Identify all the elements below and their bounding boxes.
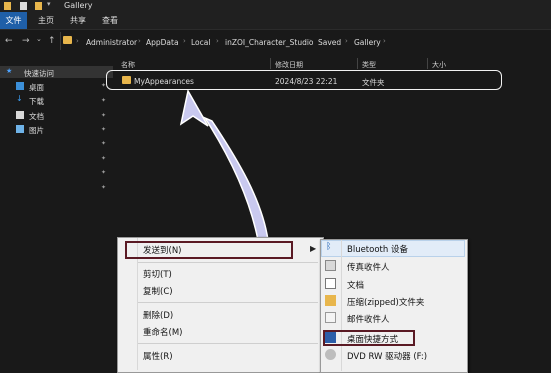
menu-divider	[138, 343, 318, 344]
desktop-icon	[325, 332, 336, 343]
menu-divider	[138, 302, 318, 303]
menu-item-delete[interactable]: 删除(D)	[143, 309, 173, 321]
menu-gutter	[341, 240, 342, 371]
submenu-item-fax[interactable]: 传真收件人	[347, 261, 390, 273]
fax-icon	[325, 260, 336, 271]
submenu-item-dvd-drive[interactable]: DVD RW 驱动器 (F:)	[347, 350, 427, 362]
submenu-item-zip[interactable]: 压缩(zipped)文件夹	[347, 296, 424, 308]
menu-item-rename[interactable]: 重命名(M)	[143, 326, 182, 338]
menu-item-send-to[interactable]: 发送到(N)	[143, 244, 182, 256]
submenu-item-bluetooth[interactable]: Bluetooth 设备	[347, 243, 408, 255]
zip-folder-icon	[325, 295, 336, 306]
mail-icon	[325, 312, 336, 323]
menu-item-copy[interactable]: 复制(C)	[143, 285, 173, 297]
dvd-drive-icon	[325, 349, 336, 360]
menu-item-cut[interactable]: 剪切(T)	[143, 268, 172, 280]
document-icon	[325, 278, 336, 289]
submenu-item-documents[interactable]: 文档	[347, 279, 364, 291]
menu-item-properties[interactable]: 属性(R)	[143, 350, 173, 362]
submenu-item-mail[interactable]: 邮件收件人	[347, 313, 390, 325]
submenu-arrow-icon: ▶	[310, 244, 317, 253]
bluetooth-icon: ᛒ	[326, 242, 332, 252]
submenu-item-desktop-shortcut[interactable]: 桌面快捷方式	[347, 333, 398, 345]
menu-divider	[138, 262, 318, 263]
